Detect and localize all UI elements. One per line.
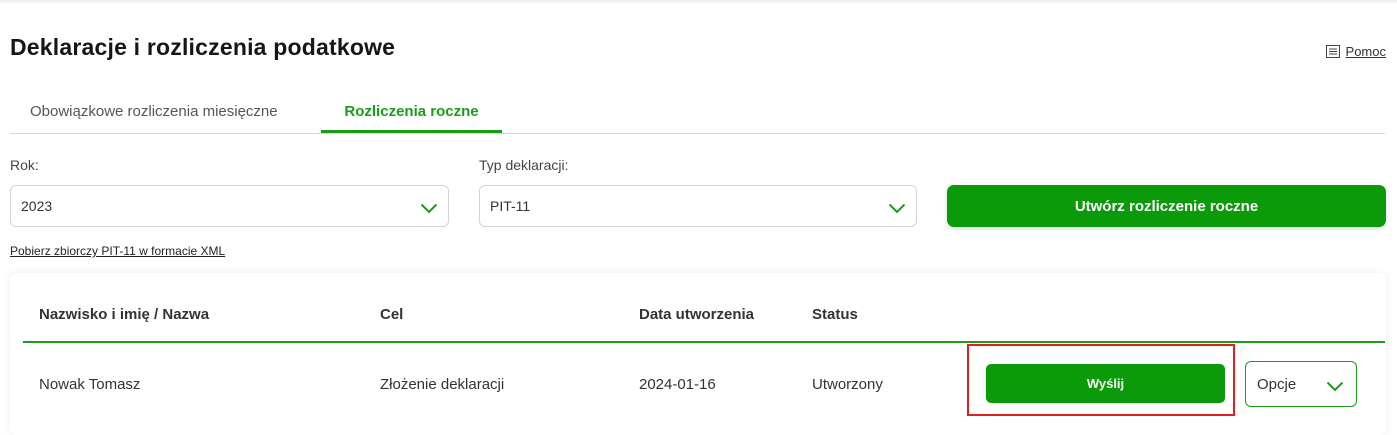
help-label[interactable]: Pomoc: [1346, 44, 1386, 59]
table-header-divider: [23, 341, 1385, 343]
create-annual-settlement-button[interactable]: Utwórz rozliczenie roczne: [947, 185, 1386, 227]
row-created-date: 2024-01-16: [639, 376, 716, 393]
tabs-bar: Obowiązkowe rozliczenia miesięczne Rozli…: [10, 96, 1385, 134]
options-label: Opcje: [1257, 375, 1297, 393]
chevron-down-icon: [888, 201, 906, 213]
document-list-icon: [1325, 45, 1340, 58]
row-name: Nowak Tomasz: [39, 376, 141, 393]
year-label: Rok:: [10, 157, 39, 173]
column-header-name: Nazwisko i imię / Nazwa: [39, 306, 210, 323]
page-title: Deklaracje i rozliczenia podatkowe: [10, 34, 396, 60]
year-select[interactable]: 2023: [10, 185, 449, 227]
chevron-down-icon: [1326, 379, 1344, 391]
top-bar-shadow: [0, 0, 1397, 4]
column-header-status: Status: [812, 306, 858, 323]
declaration-type-label: Typ deklaracji:: [479, 157, 569, 173]
declaration-type-select[interactable]: PIT-11: [479, 185, 917, 227]
chevron-down-icon: [420, 201, 438, 213]
options-dropdown[interactable]: Opcje: [1245, 361, 1357, 407]
download-xml-link[interactable]: Pobierz zbiorczy PIT-11 w formacie XML: [10, 244, 225, 258]
help-link[interactable]: Pomoc: [1325, 44, 1386, 59]
tab-monthly-settlements[interactable]: Obowiązkowe rozliczenia miesięczne: [30, 96, 278, 132]
row-status: Utworzony: [812, 376, 883, 393]
send-button[interactable]: Wyślij: [986, 364, 1225, 403]
tab-annual-settlements[interactable]: Rozliczenia roczne: [321, 96, 502, 133]
row-goal: Złożenie deklaracji: [380, 376, 505, 393]
year-value: 2023: [21, 198, 53, 214]
column-header-goal: Cel: [380, 306, 404, 323]
declaration-type-value: PIT-11: [490, 198, 531, 214]
column-header-created: Data utworzenia: [639, 306, 755, 323]
